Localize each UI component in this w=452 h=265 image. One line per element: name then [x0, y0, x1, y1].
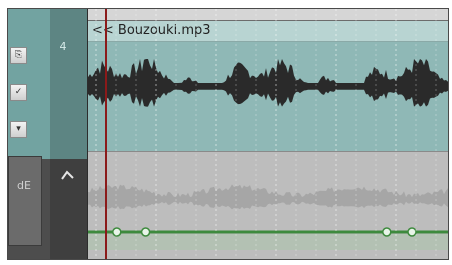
route-button-icon: ✓ [14, 87, 23, 97]
arrange-view: << Bouzouki.mp3 [88, 9, 448, 259]
fx-button[interactable]: ⎘ [10, 47, 27, 64]
edit-cursor[interactable] [105, 9, 107, 259]
envelope-name-label[interactable]: dE [8, 156, 42, 246]
fx-button-icon: ⎘ [14, 50, 23, 60]
envelope-shape-icon[interactable] [61, 169, 75, 181]
track-number-strip [50, 9, 87, 159]
timeline-grid [95, 9, 437, 259]
dropdown-icon: ▾ [16, 124, 21, 134]
route-button[interactable]: ✓ [10, 84, 27, 101]
daw-window: ⎘ ✓ ▾ dE 4 << Bouzouki.mp3 [7, 8, 449, 260]
track-number: 4 [59, 40, 67, 53]
track-dropdown-button[interactable]: ▾ [10, 121, 27, 138]
